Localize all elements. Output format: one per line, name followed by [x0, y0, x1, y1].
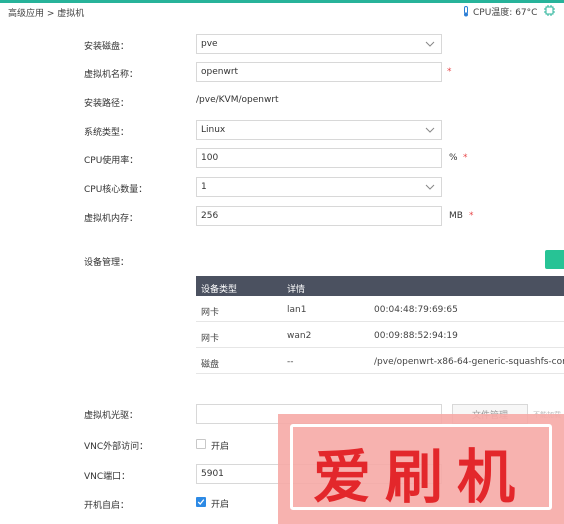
device-detail-cell: lan1 [287, 305, 307, 315]
cpu-usage-value: 100 [201, 153, 219, 163]
install-disk-label: 安装磁盘： [84, 42, 130, 52]
vm-memory-label: 虚拟机内存： [84, 214, 139, 224]
vnc-port-value: 5901 [201, 469, 224, 479]
thermometer-icon [464, 6, 468, 17]
table-row[interactable]: 网卡 lan1 00:04:48:79:69:65 [196, 296, 564, 322]
device-mgmt-label: 设备管理： [84, 258, 130, 268]
device-type-cell: 网卡 [201, 308, 220, 318]
vm-cdrom-label: 虚拟机光驱： [84, 411, 139, 421]
add-device-button[interactable] [545, 250, 564, 269]
install-disk-select[interactable]: pve [196, 34, 442, 54]
vnc-port-label: VNC端口： [84, 472, 131, 482]
device-detail-cell: wan2 [287, 331, 312, 341]
device-table: 设备类型 详情 网卡 lan1 00:04:48:79:69:65 网卡 wan… [196, 276, 564, 374]
system-type-select[interactable]: Linux [196, 120, 442, 140]
vnc-access-checkbox[interactable] [196, 439, 206, 449]
device-type-cell: 磁盘 [201, 360, 220, 370]
required-mark: * [447, 67, 452, 77]
table-row[interactable]: 磁盘 -- /pve/openwrt-x86-64-generic-squash… [196, 348, 564, 374]
cpu-cores-value: 1 [201, 182, 207, 192]
system-type-value: Linux [201, 125, 226, 135]
install-path-label: 安装路径： [84, 99, 130, 109]
cpu-usage-unit: % [449, 153, 458, 163]
required-mark: * [463, 153, 468, 163]
vnc-access-label: VNC外部访问： [84, 442, 149, 452]
device-type-cell: 网卡 [201, 334, 220, 344]
column-header-details: 详情 [287, 285, 306, 295]
device-info-cell: 00:09:88:52:94:19 [374, 331, 458, 341]
autostart-label: 开机自启： [84, 501, 130, 511]
device-info-cell: /pve/openwrt-x86-64-generic-squashfs-com… [374, 357, 564, 367]
watermark-overlay: 爱刷机 [278, 414, 564, 524]
vnc-access-option[interactable]: 开启 [211, 439, 229, 452]
column-header-device-type: 设备类型 [201, 285, 238, 295]
chevron-down-icon [425, 184, 435, 190]
cpu-chip-status [544, 5, 555, 16]
system-type-label: 系统类型： [84, 128, 130, 138]
vm-memory-value: 256 [201, 211, 219, 221]
vm-name-input[interactable]: openwrt [196, 62, 442, 82]
chevron-down-icon [425, 41, 435, 47]
breadcrumb: 高级应用 > 虚拟机 [8, 9, 85, 19]
chevron-down-icon [425, 127, 435, 133]
cpu-chip-icon [544, 5, 555, 16]
cpu-cores-select[interactable]: 1 [196, 177, 442, 197]
autostart-checkbox[interactable] [196, 497, 206, 507]
device-detail-cell: -- [287, 357, 294, 367]
cpu-temp-text: CPU温度: 67°C [473, 8, 538, 18]
cpu-usage-input[interactable]: 100 [196, 148, 442, 168]
table-row[interactable]: 网卡 wan2 00:09:88:52:94:19 [196, 322, 564, 348]
watermark-frame: 爱刷机 [290, 424, 552, 511]
vm-memory-input[interactable]: 256 [196, 206, 442, 226]
cpu-usage-label: CPU使用率： [84, 156, 139, 166]
device-info-cell: 00:04:48:79:69:65 [374, 305, 458, 315]
autostart-option[interactable]: 开启 [211, 497, 229, 510]
watermark-text: 爱刷机 [312, 443, 529, 511]
vm-name-label: 虚拟机名称： [84, 70, 139, 80]
vm-memory-unit: MB [449, 211, 463, 221]
install-disk-value: pve [201, 39, 218, 49]
install-path-value: /pve/KVM/openwrt [196, 95, 279, 105]
vm-name-value: openwrt [201, 67, 239, 77]
required-mark: * [469, 211, 474, 221]
checkmark-icon [197, 499, 205, 505]
cpu-temp-status: CPU温度: 67°C [462, 5, 537, 18]
cpu-cores-label: CPU核心数量： [84, 185, 148, 195]
device-table-header: 设备类型 详情 [196, 276, 564, 296]
